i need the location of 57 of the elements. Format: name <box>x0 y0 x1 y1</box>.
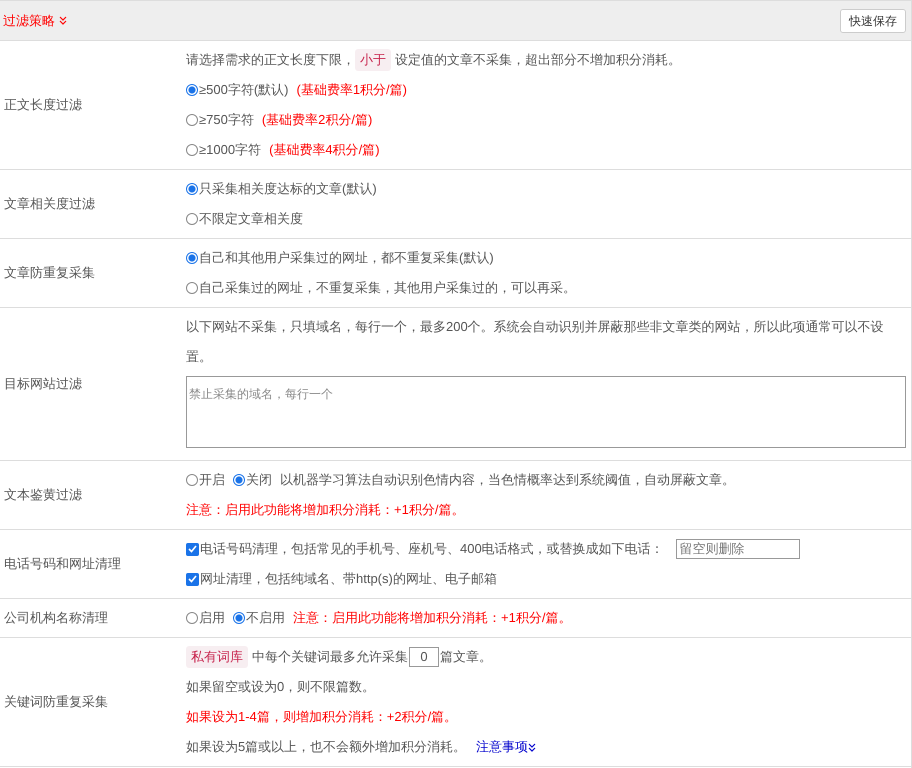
description-text: 设定值的文章不采集，超出部分不增加积分消耗。 <box>395 51 681 69</box>
radio-label[interactable]: 自己和其他用户采集过的网址，都不重复采集(默认) <box>199 243 494 273</box>
radio-label[interactable]: ≥500字符(默认) <box>199 75 288 105</box>
phone-input-field[interactable]: 留空则删除 <box>676 539 800 559</box>
description-text: 如果留空或设为0，则不限篇数。 <box>186 678 376 696</box>
radio-label[interactable]: 开启 <box>199 465 225 495</box>
notes-link[interactable]: 注意事项 <box>476 732 536 762</box>
quick-save-button[interactable]: 快速保存 <box>840 8 906 32</box>
radio-button[interactable] <box>186 84 198 96</box>
highlight-tag: 私有词库 <box>186 646 248 668</box>
setting-label: 文本鉴黄过滤 <box>3 486 83 504</box>
setting-label: 电话号码和网址清理 <box>3 555 122 573</box>
number-input-field[interactable]: 0 <box>409 647 439 667</box>
radio-button[interactable] <box>186 114 198 126</box>
radio-label[interactable]: 不限定文章相关度 <box>199 204 303 234</box>
description-text: 如果设为5篇或以上，也不会额外增加积分消耗。 <box>186 738 466 756</box>
radio-label[interactable]: 自己采集过的网址，不重复采集，其他用户采集过的，可以再采。 <box>199 273 576 303</box>
double-chevron-icon <box>528 742 536 752</box>
warning-text: (基础费率2积分/篇) <box>262 111 372 129</box>
description-text: 以下网站不采集，只填域名，每行一个，最多200个。系统会自动识别并屏蔽那些非文章类的网站，所以此项通常可以不设置。 <box>186 318 885 366</box>
radio-button[interactable] <box>186 282 198 294</box>
domain-textarea[interactable]: 禁止采集的域名，每行一个 <box>186 376 906 448</box>
description-text: 篇文章。 <box>440 648 492 666</box>
setting-label: 文章防重复采集 <box>3 264 96 282</box>
radio-button[interactable] <box>233 612 245 624</box>
radio-button[interactable] <box>186 213 198 225</box>
warning-text: 注意：启用此功能将增加积分消耗：+1积分/篇。 <box>293 609 572 627</box>
radio-label[interactable]: 启用 <box>199 603 225 633</box>
radio-button[interactable] <box>186 612 198 624</box>
highlight-tag: 小于 <box>355 49 391 71</box>
setting-label: 文章相关度过滤 <box>3 195 96 213</box>
setting-label: 目标网站过滤 <box>3 375 83 393</box>
checkbox-label[interactable]: 网址清理，包括纯域名、带http(s)的网址、电子邮箱 <box>200 564 497 594</box>
double-chevron-icon <box>59 16 67 25</box>
warning-text: 如果设为1-4篇，则增加积分消耗：+2积分/篇。 <box>186 708 458 726</box>
radio-button[interactable] <box>233 474 245 486</box>
radio-label[interactable]: ≥750字符 <box>199 105 254 135</box>
radio-button[interactable] <box>186 183 198 195</box>
description-text: 中每个关键词最多允许采集 <box>252 648 408 666</box>
radio-button[interactable] <box>186 474 198 486</box>
radio-label[interactable]: ≥1000字符 <box>199 135 262 165</box>
description-text: 以机器学习算法自动识别色情内容，当色情概率达到系统阈值，自动屏蔽文章。 <box>280 471 735 489</box>
checkbox[interactable] <box>186 542 199 556</box>
radio-button[interactable] <box>186 144 198 156</box>
setting-label: 正文长度过滤 <box>3 96 83 114</box>
warning-text: (基础费率1积分/篇) <box>296 81 407 99</box>
setting-label: 公司机构名称清理 <box>3 609 109 627</box>
radio-button[interactable] <box>186 252 198 264</box>
setting-label: 关键词防重复采集 <box>3 693 109 711</box>
radio-label[interactable]: 关闭 <box>246 465 272 495</box>
warning-text: (基础费率4积分/篇) <box>269 141 380 159</box>
radio-label[interactable]: 只采集相关度达标的文章(默认) <box>199 174 377 204</box>
radio-label[interactable]: 不启用 <box>246 603 285 633</box>
checkbox[interactable] <box>186 572 199 586</box>
warning-text: 注意：启用此功能将增加积分消耗：+1积分/篇。 <box>186 501 464 519</box>
description-text: 请选择需求的正文长度下限， <box>186 51 355 69</box>
checkbox-label[interactable]: 电话号码清理，包括常见的手机号、座机号、400电话格式，或替换成如下电话： <box>200 534 664 564</box>
